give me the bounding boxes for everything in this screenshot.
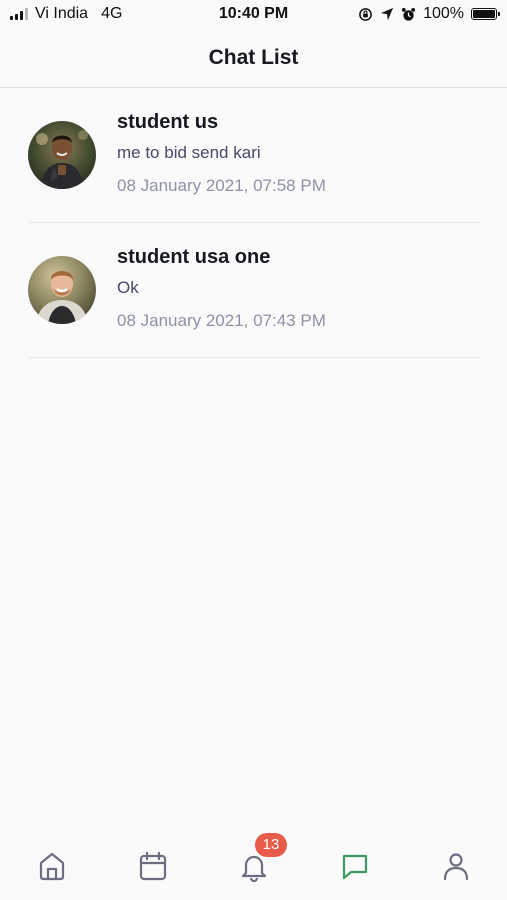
chat-timestamp: 08 January 2021, 07:43 PM — [117, 311, 326, 330]
chat-icon — [342, 854, 368, 880]
bottom-tab-bar: 13 — [0, 832, 507, 900]
tab-calendar[interactable] — [133, 846, 173, 886]
header: Chat List — [0, 30, 507, 88]
chat-text: student usa one Ok 08 January 2021, 07:4… — [117, 244, 480, 332]
profile-icon — [443, 853, 469, 881]
screen-rotation-lock-icon — [359, 7, 372, 21]
chat-list-item[interactable]: student usa one Ok 08 January 2021, 07:4… — [28, 223, 480, 358]
tab-notifications[interactable]: 13 — [234, 833, 287, 886]
chat-name: student usa one — [117, 246, 271, 268]
notification-badge: 13 — [255, 833, 287, 857]
status-bar: Vi India 4G 10:40 PM 100% — [0, 0, 507, 30]
page-title: Chat List — [208, 46, 299, 69]
chat-list-screen: Vi India 4G 10:40 PM 100% Chat List stud… — [0, 0, 507, 900]
chat-text: student us me to bid send kari 08 Januar… — [117, 109, 480, 197]
tab-chat[interactable] — [335, 846, 375, 886]
home-icon — [39, 852, 65, 881]
chat-timestamp: 08 January 2021, 07:58 PM — [117, 176, 326, 195]
avatar — [28, 121, 96, 189]
chat-last-message: Ok — [117, 278, 139, 297]
status-right: 100% — [358, 5, 500, 23]
chat-list-item[interactable]: student us me to bid send kari 08 Januar… — [28, 88, 480, 223]
chat-name: student us — [117, 111, 219, 133]
calendar-icon — [139, 851, 167, 881]
battery-label: 100% — [423, 5, 464, 22]
tab-profile[interactable] — [436, 846, 476, 886]
chat-last-message: me to bid send kari — [117, 143, 261, 162]
location-arrow-icon — [380, 7, 394, 21]
avatar — [28, 256, 96, 324]
chat-list: student us me to bid send kari 08 Januar… — [28, 88, 480, 358]
battery-icon — [471, 8, 500, 20]
tab-home[interactable] — [32, 846, 72, 886]
alarm-icon — [402, 7, 416, 21]
